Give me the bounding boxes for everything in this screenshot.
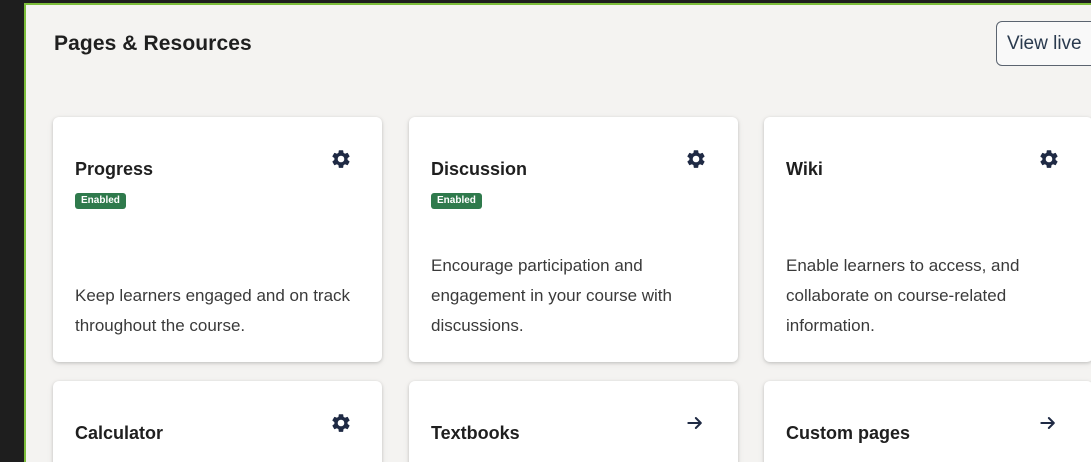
gear-icon[interactable] bbox=[329, 147, 353, 171]
card-wiki[interactable]: Wiki Enable learners to access, and coll… bbox=[764, 117, 1091, 362]
card-title: Progress bbox=[75, 159, 154, 179]
card-description: Encourage participation and engagement i… bbox=[431, 256, 672, 335]
gear-icon[interactable] bbox=[684, 147, 708, 171]
card-title: Wiki bbox=[786, 159, 823, 179]
card-discussion[interactable]: Discussion Enabled Encourage participati… bbox=[409, 117, 738, 362]
card-textbooks[interactable]: Textbooks bbox=[409, 381, 738, 462]
view-live-button[interactable]: View live bbox=[996, 21, 1091, 66]
card-title: Discussion bbox=[431, 159, 528, 179]
card-title: Textbooks bbox=[431, 423, 520, 443]
card-calculator[interactable]: Calculator bbox=[53, 381, 382, 462]
card-custom-pages[interactable]: Custom pages bbox=[764, 381, 1091, 462]
card-description: Keep learners engaged and on track throu… bbox=[75, 286, 351, 335]
status-badge: Enabled bbox=[431, 193, 482, 209]
card-description: Enable learners to access, and collabora… bbox=[786, 256, 1020, 335]
card-title: Custom pages bbox=[786, 423, 911, 443]
card-progress[interactable]: Progress Enabled Keep learners engaged a… bbox=[53, 117, 382, 362]
arrow-right-icon[interactable] bbox=[1036, 411, 1060, 435]
card-title: Calculator bbox=[75, 423, 164, 443]
status-badge: Enabled bbox=[75, 193, 126, 209]
gear-icon[interactable] bbox=[1037, 147, 1061, 171]
arrow-right-icon[interactable] bbox=[683, 411, 707, 435]
gear-icon[interactable] bbox=[329, 411, 353, 435]
page-title: Pages & Resources bbox=[54, 32, 252, 55]
pages-and-resources-panel: Pages & Resources View live Progress Ena… bbox=[24, 3, 1091, 462]
